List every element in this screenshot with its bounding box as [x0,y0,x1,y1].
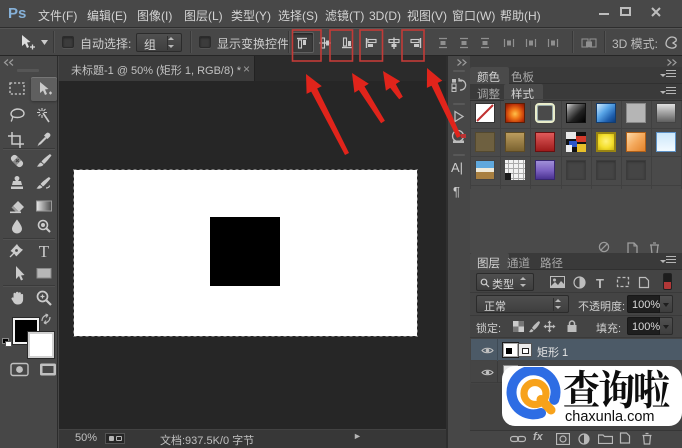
svg-text:T: T [39,242,50,260]
